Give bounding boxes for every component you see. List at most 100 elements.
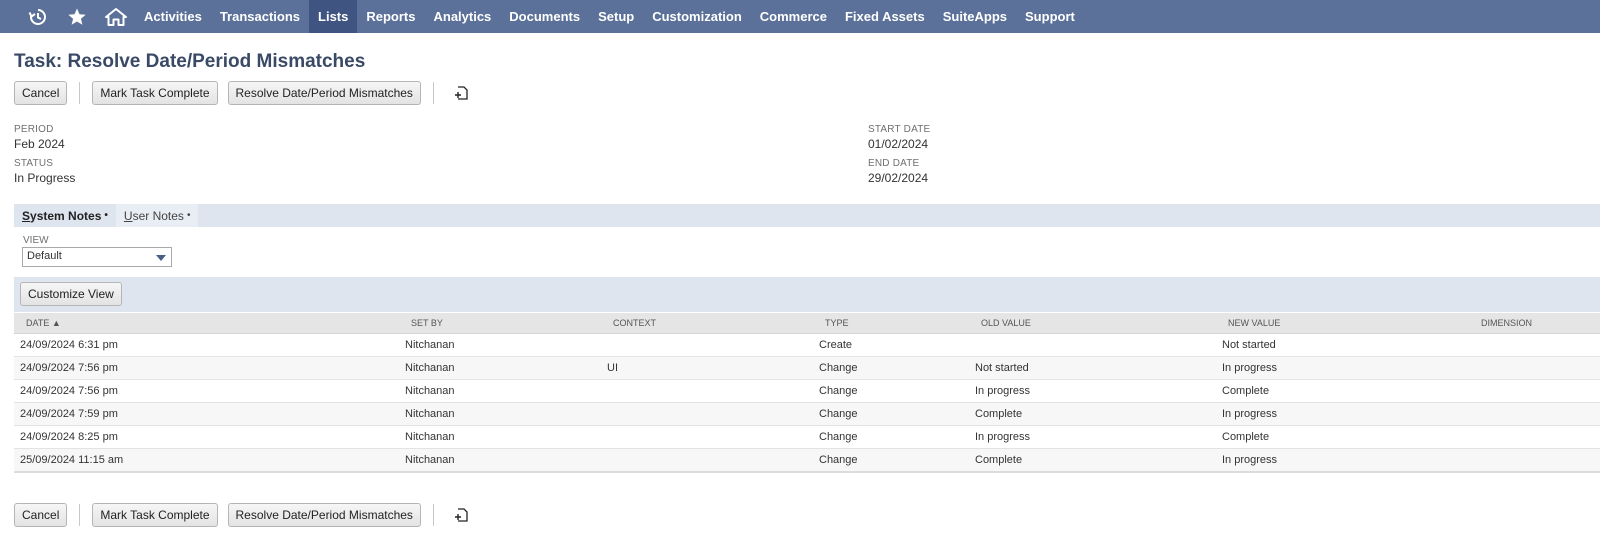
column-header[interactable]: CONTEXT — [601, 313, 813, 334]
status-label: STATUS — [14, 158, 54, 169]
column-header[interactable]: OLD VALUE — [969, 313, 1216, 334]
nav-item-lists[interactable]: Lists — [309, 0, 358, 33]
cancel-button[interactable]: Cancel — [14, 81, 68, 105]
table-cell: Change — [813, 356, 969, 380]
table-cell — [969, 333, 1216, 357]
cancel-button[interactable]: Cancel — [14, 503, 68, 527]
recent-history-icon[interactable] — [18, 0, 57, 33]
table-cell: Nitchanan — [399, 448, 601, 472]
table-cell: Complete — [1216, 379, 1469, 403]
table-cell — [601, 425, 813, 449]
tab-user-notes-label: ser Notes — [132, 208, 184, 223]
tab-system-notes-accesskey: S — [22, 208, 31, 223]
toolbar-separator — [432, 82, 434, 104]
nav-item-suiteapps[interactable]: SuiteApps — [934, 0, 1016, 33]
view-select-value: Default — [27, 250, 62, 262]
nav-item-commerce[interactable]: Commerce — [751, 0, 836, 33]
table-cell — [601, 402, 813, 426]
tab-system-notes[interactable]: System Notes • — [14, 204, 116, 227]
star-icon[interactable] — [57, 0, 96, 33]
end-date-value: 29/02/2024 — [868, 171, 929, 185]
table-cell: Not started — [969, 356, 1216, 380]
system-notes-table: DATE ▲ SET BY CONTEXT TYPE OLD VALUE NEW VALU… — [14, 313, 1600, 472]
table-cell — [1469, 448, 1600, 472]
table-cell: Nitchanan — [399, 402, 601, 426]
nav-item-reports[interactable]: Reports — [357, 0, 424, 33]
table-cell: Nitchanan — [399, 425, 601, 449]
column-header[interactable]: NEW VALUE — [1216, 313, 1469, 334]
column-header[interactable]: SET BY — [399, 313, 601, 334]
table-cell: Create — [813, 333, 969, 357]
nav-item-fixed-assets[interactable]: Fixed Assets — [836, 0, 934, 33]
view-select[interactable]: Default — [22, 247, 172, 267]
start-date-label: START DATE — [868, 124, 931, 135]
nav-item-analytics[interactable]: Analytics — [424, 0, 500, 33]
tab-user-notes[interactable]: User Notes • — [115, 204, 199, 227]
top-toolbar: Cancel Mark Task Complete Resolve Date/P… — [14, 81, 472, 105]
table-cell — [1469, 402, 1600, 426]
table-cell: Nitchanan — [399, 333, 601, 357]
table-row: 24/09/2024 8:25 pm Nitchanan Change In prog… — [14, 425, 1600, 449]
table-cell: In progress — [1216, 402, 1469, 426]
table-cell: Nitchanan — [399, 356, 601, 380]
top-nav-bar: Activities Transactions Lists Reports Analyt… — [0, 0, 1600, 33]
table-cell — [1469, 333, 1600, 357]
table-cell: In progress — [1216, 448, 1469, 472]
table-row: 24/09/2024 6:31 pm Nitchanan Create Not sta… — [14, 333, 1600, 357]
table-cell: Change — [813, 448, 969, 472]
period-field: PERIOD Feb 2024 — [14, 124, 65, 151]
tab-indicator-dot: • — [104, 210, 108, 221]
table-cell: Not started — [1216, 333, 1469, 357]
table-bottom-border — [14, 471, 1600, 473]
table-cell — [1469, 425, 1600, 449]
tab-system-notes-label: ystem Notes — [30, 208, 102, 223]
table-cell: In progress — [969, 425, 1216, 449]
subtab-strip: System Notes • User Notes • — [14, 204, 1600, 227]
table-cell: In progress — [969, 379, 1216, 403]
table-cell — [601, 379, 813, 403]
nav-item-customization[interactable]: Customization — [643, 0, 751, 33]
refresh-icon[interactable] — [452, 503, 472, 527]
table-cell: Change — [813, 425, 969, 449]
page-title: Task: Resolve Date/Period Mismatches — [14, 51, 366, 72]
table-header-row: DATE ▲ SET BY CONTEXT TYPE OLD VALUE NEW VALU… — [14, 313, 1600, 334]
column-header[interactable]: DATE ▲ — [14, 313, 399, 334]
nav-item-documents[interactable]: Documents — [500, 0, 589, 33]
column-header[interactable]: DIMENSION — [1469, 313, 1600, 334]
table-cell: 24/09/2024 7:56 pm — [14, 379, 399, 403]
start-date-field: START DATE 01/02/2024 — [868, 124, 930, 151]
table-row: 24/09/2024 7:59 pm Nitchanan Change Complet… — [14, 402, 1600, 426]
nav-item-setup[interactable]: Setup — [589, 0, 643, 33]
chevron-down-icon — [156, 255, 166, 261]
list-toolbar-band: Customize View — [14, 277, 1600, 312]
table-cell: Complete — [969, 402, 1216, 426]
column-header[interactable]: TYPE — [813, 313, 969, 334]
table-row: 24/09/2024 7:56 pm Nitchanan Change In prog… — [14, 379, 1600, 403]
table-cell: Change — [813, 379, 969, 403]
table-row: 25/09/2024 11:15 am Nitchanan Change Comple… — [14, 448, 1600, 472]
mark-task-complete-button[interactable]: Mark Task Complete — [92, 503, 218, 527]
period-value: Feb 2024 — [14, 137, 65, 151]
table-cell: In progress — [1216, 356, 1469, 380]
table-cell: Complete — [1216, 425, 1469, 449]
table-cell: Change — [813, 402, 969, 426]
view-label: VIEW — [23, 235, 49, 246]
home-icon[interactable] — [96, 0, 135, 33]
nav-item-support[interactable]: Support — [1016, 0, 1084, 33]
tab-indicator-dot: • — [186, 210, 191, 221]
table-cell: 24/09/2024 7:59 pm — [14, 402, 399, 426]
customize-view-button[interactable]: Customize View — [20, 282, 122, 306]
bottom-toolbar: Cancel Mark Task Complete Resolve Date/P… — [14, 503, 472, 527]
end-date-label: END DATE — [868, 158, 920, 169]
toolbar-separator — [432, 504, 434, 526]
toolbar-separator — [79, 82, 81, 104]
tab-user-notes-accesskey: U — [123, 208, 133, 223]
nav-item-transactions[interactable]: Transactions — [211, 0, 309, 33]
refresh-icon[interactable] — [452, 81, 472, 105]
resolve-mismatches-button[interactable]: Resolve Date/Period Mismatches — [227, 81, 421, 105]
table-cell: 24/09/2024 7:56 pm — [14, 356, 399, 380]
mark-task-complete-button[interactable]: Mark Task Complete — [92, 81, 218, 105]
table-cell: Complete — [969, 448, 1216, 472]
resolve-mismatches-button[interactable]: Resolve Date/Period Mismatches — [227, 503, 421, 527]
nav-item-activities[interactable]: Activities — [135, 0, 211, 33]
